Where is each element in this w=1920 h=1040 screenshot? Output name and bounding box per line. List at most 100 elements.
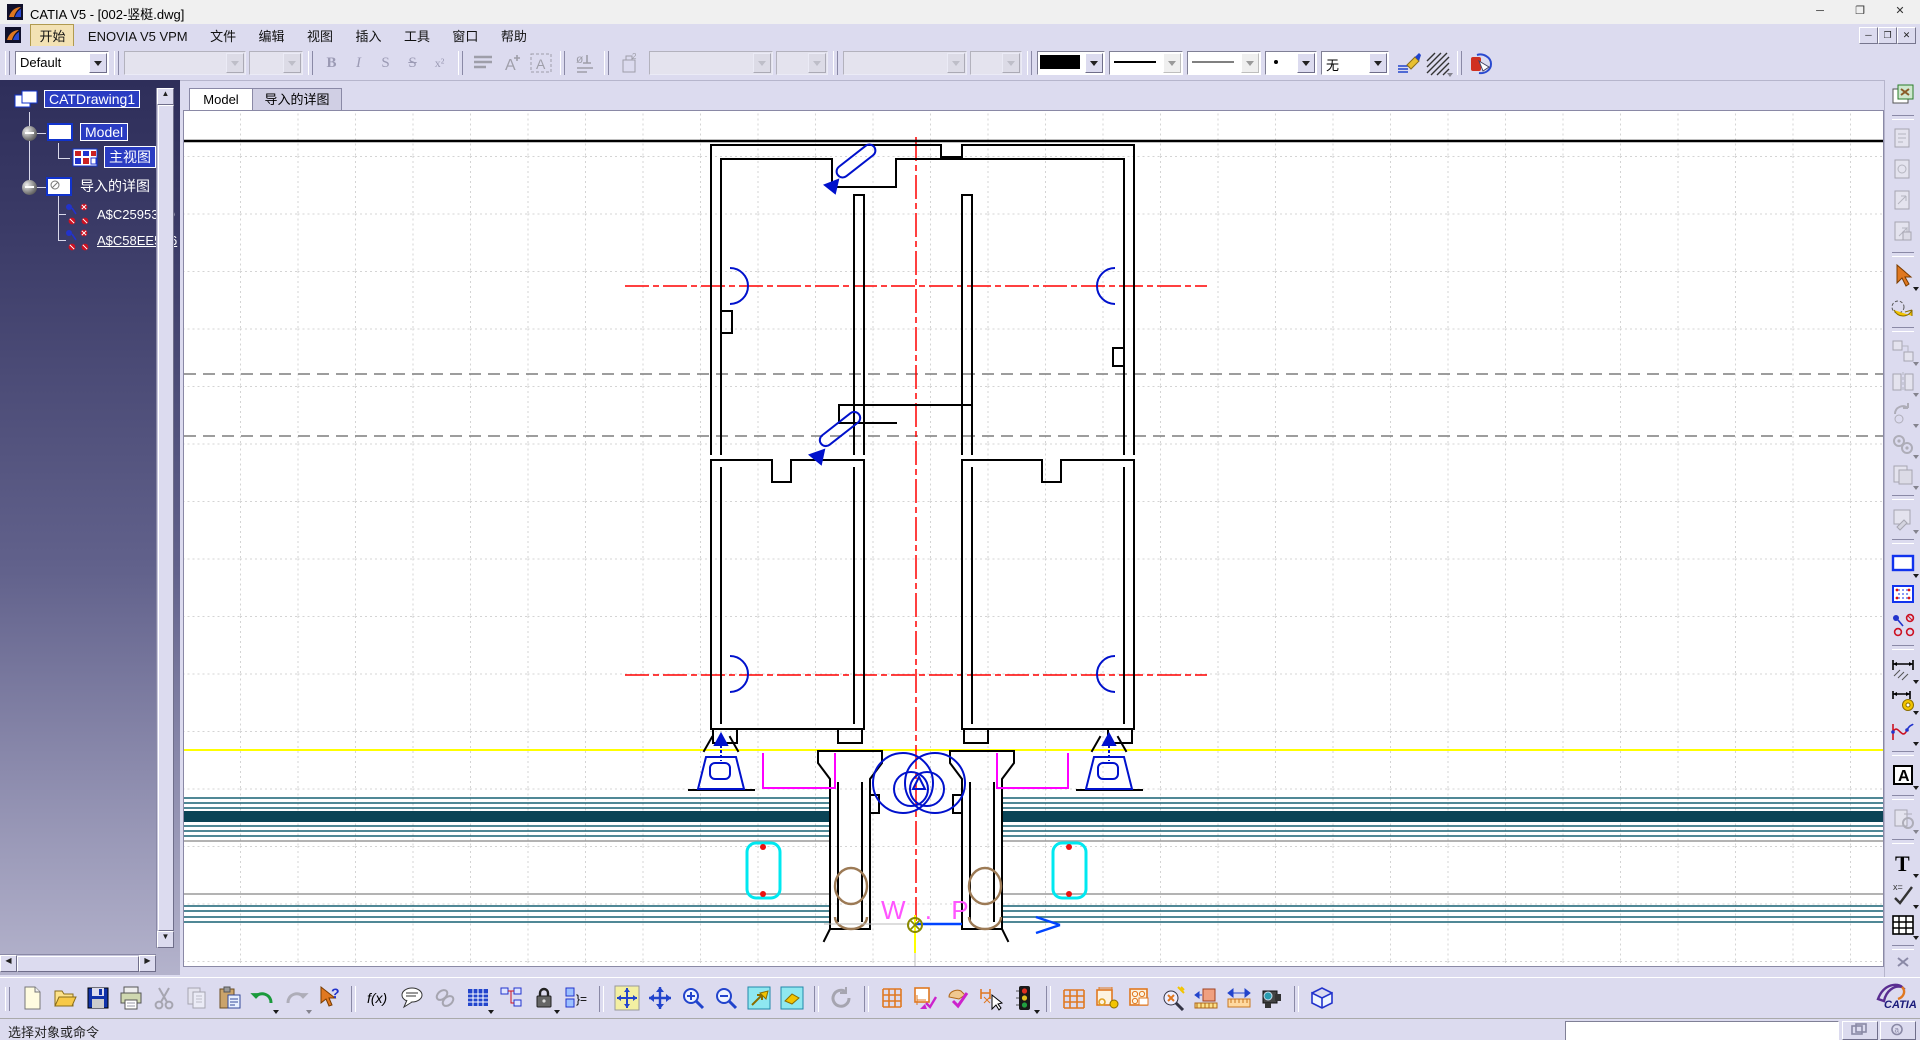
2d-component-icon[interactable] <box>1890 612 1917 639</box>
menu-insert[interactable]: 插入 <box>346 24 390 46</box>
tree-mainview-row[interactable]: 主视图 <box>72 146 156 168</box>
menu-start[interactable]: 开始 <box>30 24 74 47</box>
toolbar-grip[interactable] <box>833 51 838 75</box>
doc-window-button[interactable] <box>1842 1021 1878 1040</box>
tree-root-label[interactable]: CATDrawing1 <box>44 90 140 108</box>
save-icon[interactable] <box>83 984 112 1013</box>
toolbar-grip[interactable] <box>114 51 119 75</box>
toolbar-grip[interactable] <box>1027 51 1032 75</box>
dimension-system-icon[interactable] <box>976 984 1005 1013</box>
collapse-handle-icon[interactable] <box>22 126 37 141</box>
menu-window[interactable]: 窗口 <box>443 24 487 46</box>
menu-edit[interactable]: 编辑 <box>250 24 294 46</box>
mdi-close-button[interactable]: ✕ <box>1897 27 1916 44</box>
formula-check-icon[interactable]: x= <box>1890 881 1917 908</box>
product-structure-icon[interactable] <box>496 984 525 1013</box>
fit-all-in-icon[interactable] <box>612 984 641 1013</box>
print-icon[interactable] <box>116 984 145 1013</box>
spreadsheet-icon[interactable] <box>463 984 492 1013</box>
tree-imported-row[interactable]: 导入的详图 <box>46 176 152 196</box>
tree-root-row[interactable]: CATDrawing1 <box>14 90 140 108</box>
toolbar-grip[interactable] <box>5 51 10 75</box>
pattern-combo[interactable]: 无 <box>1321 51 1389 75</box>
graphic-style-combo[interactable]: Default <box>15 51 109 75</box>
scroll-right-icon[interactable]: ▶ <box>139 955 156 972</box>
whats-this-icon[interactable]: ? <box>314 984 343 1013</box>
link-manager-icon[interactable] <box>1468 50 1495 76</box>
drawing-canvas[interactable]: W . P <box>183 110 1884 967</box>
toolbar-grip[interactable] <box>308 51 313 75</box>
zoom-out-icon[interactable] <box>711 984 740 1013</box>
measure-between-icon[interactable] <box>1224 984 1253 1013</box>
scroll-down-icon[interactable]: ▼ <box>157 931 174 948</box>
paintbrush-icon[interactable] <box>1395 50 1422 76</box>
toolbar-grip[interactable] <box>604 51 609 75</box>
toolbar-grip[interactable] <box>5 987 10 1011</box>
tab-model[interactable]: Model <box>189 88 253 110</box>
create-detected-constraints-icon[interactable] <box>943 984 972 1013</box>
comment-icon[interactable] <box>397 984 426 1013</box>
formula-fx-icon[interactable]: f(x) <box>364 984 393 1013</box>
chevron-down-icon[interactable] <box>1297 53 1315 73</box>
scroll-up-icon[interactable]: ▲ <box>157 88 174 105</box>
scroll-thumb[interactable] <box>158 105 174 931</box>
open-file-icon[interactable] <box>50 984 79 1013</box>
close-button[interactable]: ✕ <box>1880 0 1920 23</box>
tree-vertical-scrollbar[interactable]: ▲ ▼ <box>156 88 174 948</box>
toolbar-grip[interactable] <box>560 51 565 75</box>
tree-model-row[interactable]: Model <box>46 122 128 142</box>
tree-imported-label[interactable]: 导入的详图 <box>78 176 152 196</box>
select-arrow-icon[interactable] <box>1890 263 1917 290</box>
tree-horizontal-scrollbar[interactable]: ◀ ▶ <box>0 954 156 972</box>
line-type-combo[interactable] <box>1109 51 1183 75</box>
text-with-leader-icon[interactable]: A <box>1890 762 1917 789</box>
swap-visible-space-icon[interactable] <box>1890 294 1917 321</box>
table-icon[interactable] <box>1890 912 1917 939</box>
toolbar-grip[interactable] <box>458 51 463 75</box>
tab-imported-details[interactable]: 导入的详图 <box>252 88 342 110</box>
collapse-handle-icon[interactable] <box>22 180 37 195</box>
menu-tools[interactable]: 工具 <box>395 24 439 46</box>
scroll-left-icon[interactable]: ◀ <box>0 955 17 972</box>
command-input[interactable] <box>1565 1021 1839 1040</box>
zoom-in-icon[interactable] <box>678 984 707 1013</box>
normal-view-icon[interactable] <box>744 984 773 1013</box>
maximize-button[interactable]: ❐ <box>1840 0 1880 23</box>
menu-view[interactable]: 视图 <box>298 24 342 46</box>
work-on-support-icon[interactable] <box>1059 984 1088 1013</box>
chevron-down-icon[interactable] <box>1369 53 1387 73</box>
tree-model-label[interactable]: Model <box>80 123 128 141</box>
undo-icon[interactable] <box>248 984 277 1013</box>
render-material-icon[interactable] <box>1257 984 1286 1013</box>
minimize-button[interactable]: ─ <box>1800 0 1840 23</box>
menu-file[interactable]: 文件 <box>201 24 245 46</box>
visualization-filter-icon[interactable] <box>1009 984 1038 1013</box>
grid-icon[interactable] <box>877 984 906 1013</box>
knowledge-button[interactable]: a <box>1880 1021 1916 1040</box>
mdi-minimize-button[interactable]: ─ <box>1859 27 1878 44</box>
pan-icon[interactable] <box>645 984 674 1013</box>
update-sheets-icon[interactable] <box>1890 82 1917 109</box>
technological-dimensions-icon[interactable] <box>1890 687 1917 714</box>
menu-help[interactable]: 帮助 <box>492 24 536 46</box>
tree-mainview-label[interactable]: 主视图 <box>104 146 156 168</box>
hatch-pattern-icon[interactable] <box>1424 50 1451 76</box>
chained-dimensions-icon[interactable] <box>1890 718 1917 745</box>
line-weight-combo[interactable] <box>1187 51 1261 75</box>
update-positioning-icon[interactable] <box>1191 984 1220 1013</box>
chevron-down-icon[interactable] <box>1085 53 1103 73</box>
snap-to-point-icon[interactable] <box>910 984 939 1013</box>
catalog-browser-icon[interactable] <box>1307 984 1336 1013</box>
paste-icon[interactable] <box>215 984 244 1013</box>
point-style-combo[interactable] <box>1265 51 1317 75</box>
free-text-icon[interactable]: T <box>1890 850 1917 877</box>
toolbar-overflow-icon[interactable] <box>1890 956 1917 970</box>
dimension-grid-icon[interactable] <box>1125 984 1154 1013</box>
lock-icon[interactable] <box>529 984 558 1013</box>
force-dimension-icon[interactable] <box>1092 984 1121 1013</box>
chevron-down-icon[interactable] <box>89 53 107 73</box>
dimensions-icon[interactable] <box>1890 656 1917 683</box>
toolbar-grip[interactable] <box>1457 51 1462 75</box>
mdi-restore-button[interactable]: ❐ <box>1878 27 1897 44</box>
scroll-thumb[interactable] <box>17 956 139 972</box>
